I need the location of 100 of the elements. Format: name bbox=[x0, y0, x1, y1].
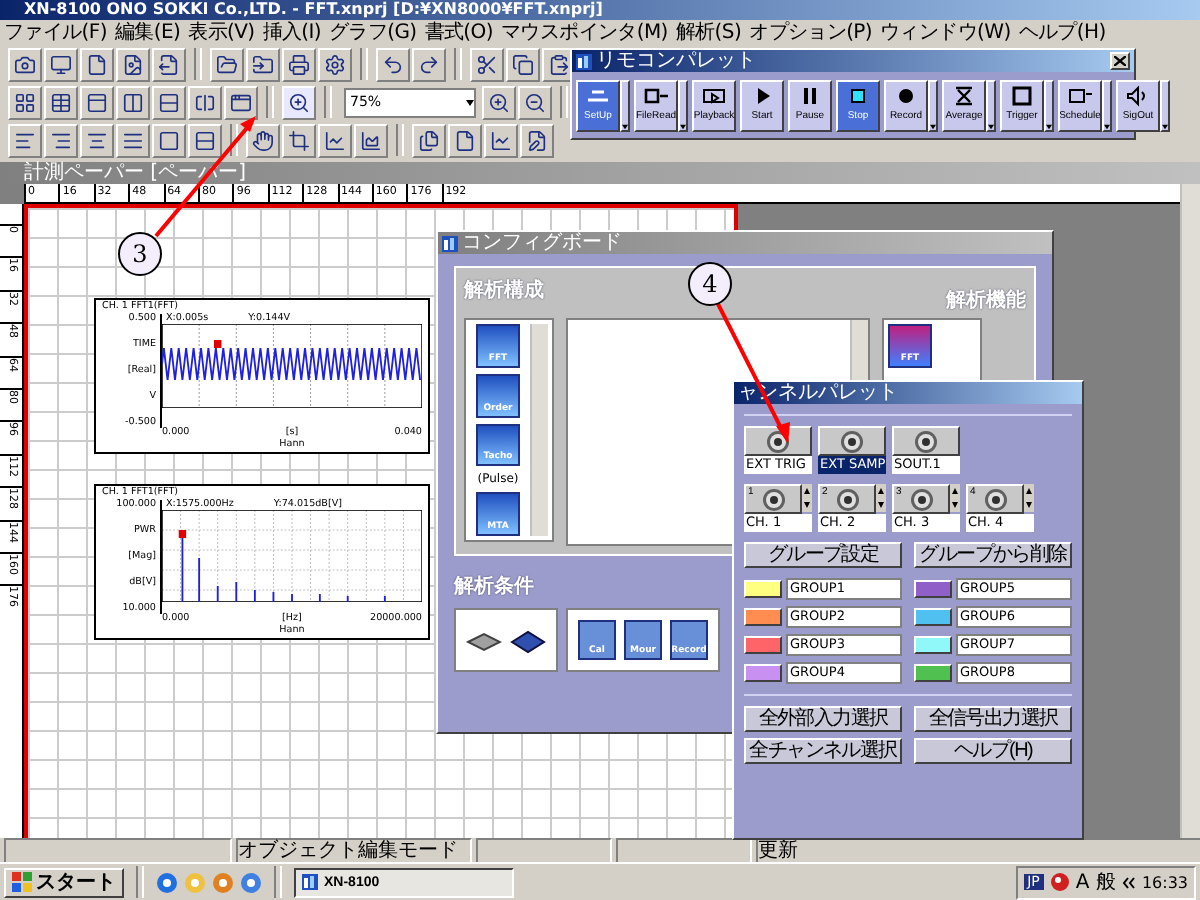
toolbar-button[interactable] bbox=[484, 123, 518, 157]
toolbar-button[interactable] bbox=[506, 47, 540, 81]
toolbar-button[interactable] bbox=[518, 85, 552, 119]
spin-arrows-icon[interactable] bbox=[1024, 484, 1034, 512]
zoom-out-icon bbox=[524, 91, 546, 113]
chevron-icon[interactable] bbox=[1121, 875, 1136, 889]
group-color-swatch[interactable] bbox=[914, 580, 952, 598]
menu-item[interactable]: 挿入(I) bbox=[262, 21, 322, 43]
toolbar-button[interactable] bbox=[116, 123, 150, 157]
refresh-icon[interactable] bbox=[240, 871, 262, 893]
menu-item[interactable]: 表示(V) bbox=[188, 21, 255, 43]
toolbar-button[interactable] bbox=[246, 47, 280, 81]
dropdown-button[interactable] bbox=[1102, 79, 1112, 131]
toolbar-button[interactable] bbox=[376, 47, 410, 81]
menu-item[interactable]: ウィンドウ(W) bbox=[880, 21, 1011, 43]
edit-document-icon bbox=[526, 129, 548, 151]
toolbar-button[interactable] bbox=[282, 123, 316, 157]
menu-item[interactable]: ファイル(F) bbox=[4, 21, 107, 43]
connector-icon bbox=[835, 487, 859, 511]
toolbar-button[interactable] bbox=[318, 123, 352, 157]
scrollbar[interactable] bbox=[1180, 184, 1200, 838]
toolbar-button[interactable] bbox=[224, 85, 258, 119]
caret-icon bbox=[930, 123, 936, 129]
zoom-in-icon bbox=[488, 91, 510, 113]
dropdown-button[interactable] bbox=[678, 79, 688, 131]
toolbar-button[interactable] bbox=[116, 85, 150, 119]
spin-arrows-icon[interactable] bbox=[802, 484, 812, 512]
toolbar-button[interactable] bbox=[152, 123, 186, 157]
group-color-swatch[interactable] bbox=[744, 580, 782, 598]
toolbar-button[interactable] bbox=[80, 47, 114, 81]
media-icon[interactable] bbox=[212, 871, 234, 893]
menu-item[interactable]: 書式(O) bbox=[424, 21, 493, 43]
toolbar-button[interactable] bbox=[246, 123, 280, 157]
select-button[interactable]: ヘルプ(H) bbox=[914, 738, 1072, 764]
toolbar-button[interactable] bbox=[354, 123, 388, 157]
menu-item[interactable]: 編集(E) bbox=[114, 21, 181, 43]
toolbar-button[interactable] bbox=[412, 47, 446, 81]
ime-icon[interactable] bbox=[1049, 872, 1070, 892]
select-button[interactable]: 全チャンネル選択 bbox=[744, 738, 902, 764]
connector-button[interactable] bbox=[818, 426, 886, 456]
connector-button[interactable] bbox=[892, 426, 960, 456]
close-button[interactable] bbox=[1110, 52, 1130, 70]
toolbar-button[interactable] bbox=[470, 47, 504, 81]
select-button[interactable]: 全信号出力選択 bbox=[914, 706, 1072, 732]
toolbar-button[interactable] bbox=[282, 85, 316, 119]
rows-icon bbox=[194, 129, 216, 151]
toolbar-button[interactable] bbox=[520, 123, 554, 157]
dropdown-button[interactable] bbox=[1160, 79, 1170, 131]
group-color-swatch[interactable] bbox=[914, 636, 952, 654]
toolbar-button[interactable] bbox=[8, 47, 42, 81]
connector-icon bbox=[983, 487, 1007, 511]
group-color-swatch[interactable] bbox=[914, 608, 952, 626]
group-button[interactable]: グループから削除 bbox=[914, 542, 1072, 568]
menu-item[interactable]: オプション(P) bbox=[749, 21, 872, 43]
align-right-icon bbox=[50, 129, 72, 151]
group-color-swatch[interactable] bbox=[744, 636, 782, 654]
toolbar-button[interactable] bbox=[44, 47, 78, 81]
toolbar-button[interactable] bbox=[44, 85, 78, 119]
toolbar-button[interactable] bbox=[8, 85, 42, 119]
group-color-swatch[interactable] bbox=[744, 664, 782, 682]
menu-item[interactable]: 解析(S) bbox=[675, 21, 742, 43]
toolbar-button[interactable] bbox=[318, 47, 352, 81]
dropdown-button[interactable] bbox=[986, 79, 996, 131]
connector-button[interactable] bbox=[744, 426, 812, 456]
layout-icon bbox=[14, 91, 36, 113]
toolbar-button[interactable] bbox=[8, 123, 42, 157]
toolbar-button[interactable] bbox=[80, 123, 114, 157]
browser-icon[interactable] bbox=[156, 871, 178, 893]
toolbar-button[interactable] bbox=[44, 123, 78, 157]
toolbar-button[interactable] bbox=[152, 47, 186, 81]
spin-arrows-icon[interactable] bbox=[950, 484, 960, 512]
spin-arrows-icon[interactable] bbox=[876, 484, 886, 512]
menu-item[interactable]: グラフ(G) bbox=[329, 21, 417, 43]
crop-icon bbox=[288, 129, 310, 151]
toolbar-button[interactable] bbox=[188, 123, 222, 157]
dropdown-button[interactable] bbox=[1044, 79, 1054, 131]
group-button[interactable]: グループ設定 bbox=[744, 542, 902, 568]
group-color-swatch[interactable] bbox=[744, 608, 782, 626]
toolbar-button[interactable] bbox=[80, 85, 114, 119]
toolbar-button[interactable] bbox=[188, 85, 222, 119]
caret-icon bbox=[1162, 123, 1168, 129]
start-button[interactable]: スタート bbox=[4, 867, 124, 897]
dropdown-button[interactable] bbox=[620, 79, 630, 131]
caret-icon bbox=[466, 99, 474, 105]
toolbar-button[interactable] bbox=[482, 85, 516, 119]
menu-item[interactable]: マウスポインタ(M) bbox=[500, 21, 668, 43]
scrollbar[interactable] bbox=[530, 324, 548, 536]
caret-icon bbox=[1046, 123, 1052, 129]
toolbar-button[interactable] bbox=[282, 47, 316, 81]
select-button[interactable]: 全外部入力選択 bbox=[744, 706, 902, 732]
menu-item[interactable]: ヘルプ(H) bbox=[1018, 21, 1106, 43]
cut-icon bbox=[476, 53, 498, 75]
toolbar-button[interactable] bbox=[210, 47, 244, 81]
dropdown-button[interactable] bbox=[928, 79, 938, 131]
ime-mode[interactable]: A 般 bbox=[1075, 868, 1116, 896]
toolbar-button[interactable] bbox=[448, 123, 482, 157]
toolbar-button[interactable] bbox=[412, 123, 446, 157]
group-color-swatch[interactable] bbox=[914, 664, 952, 682]
toolbar-button[interactable] bbox=[152, 85, 186, 119]
toolbar-button[interactable] bbox=[116, 47, 150, 81]
